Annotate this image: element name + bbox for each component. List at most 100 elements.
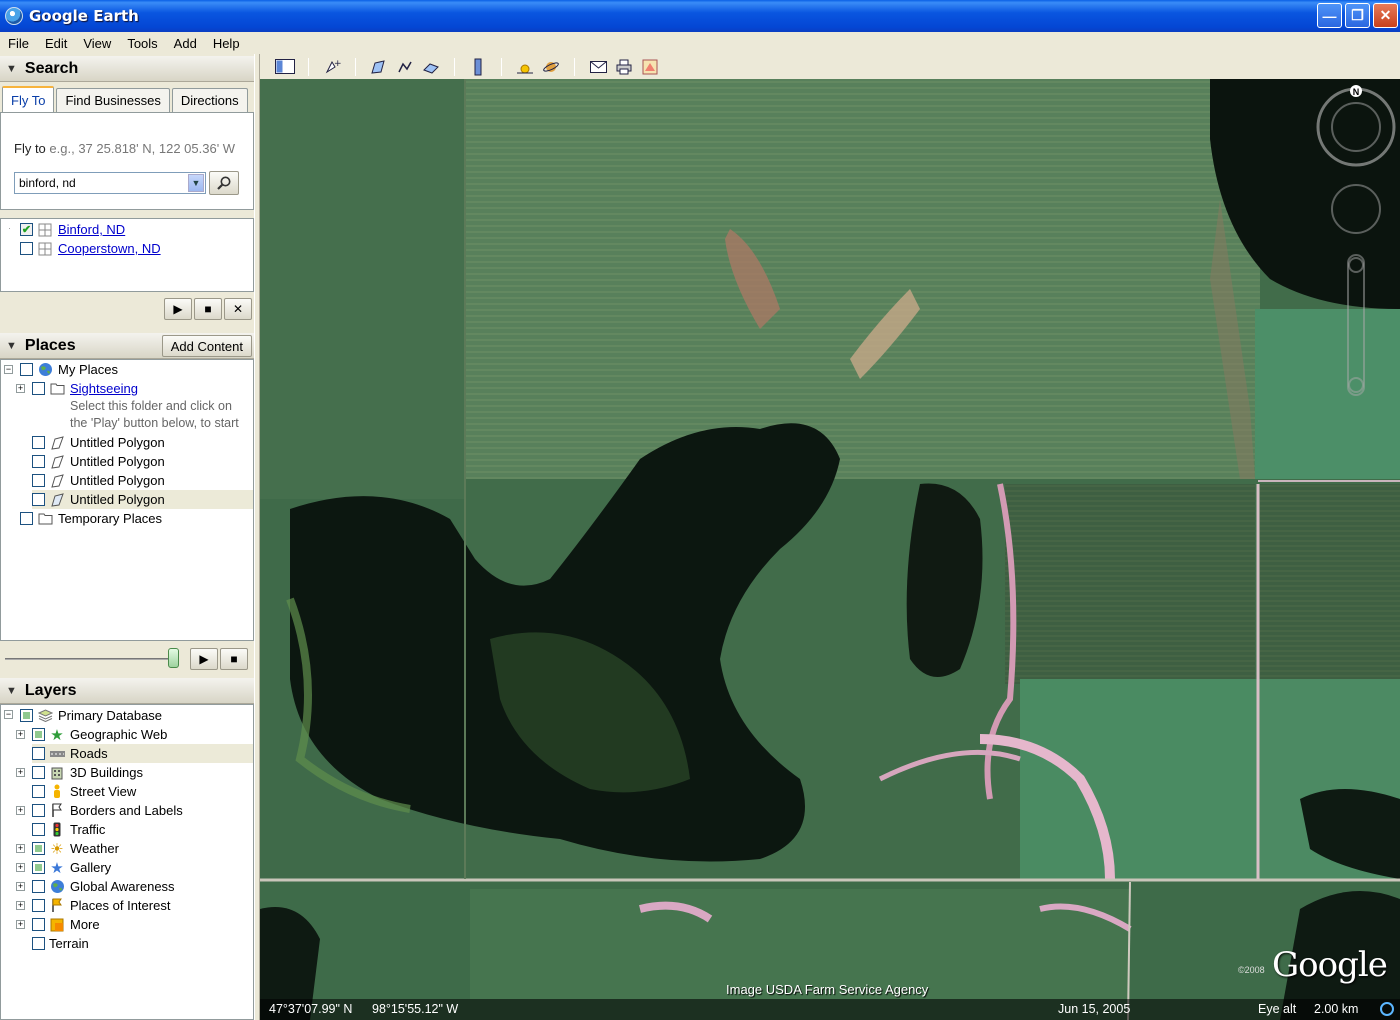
places-item-polygon[interactable]: Untitled Polygon <box>32 452 165 471</box>
places-item-polygon-selected[interactable]: Untitled Polygon <box>32 490 253 509</box>
layer-primary-database[interactable]: Primary Database <box>20 706 162 725</box>
map-view[interactable]: N Google ©2008 Image USDA Farm Service A… <box>260 79 1400 1020</box>
look-joystick[interactable] <box>1316 87 1396 167</box>
layer-checkbox[interactable] <box>32 861 45 874</box>
layer-checkbox[interactable] <box>32 747 45 760</box>
collapse-triangle-icon[interactable]: ▼ <box>6 685 17 697</box>
expand-toggle-icon[interactable]: + <box>16 920 25 929</box>
navigation-controls[interactable]: N <box>1312 83 1400 413</box>
places-checkbox[interactable] <box>20 512 33 525</box>
menu-file[interactable]: File <box>0 36 37 51</box>
layer-roads[interactable]: Roads <box>32 744 253 763</box>
add-polygon-button[interactable] <box>368 57 390 77</box>
layer-gallery[interactable]: ★ Gallery <box>32 858 111 877</box>
fly-to-input[interactable]: binford, nd ▼ <box>14 172 206 194</box>
tour-speed-slider-track[interactable] <box>5 658 177 660</box>
stop-button[interactable]: ■ <box>194 298 222 320</box>
look-joystick-inner[interactable] <box>1331 102 1381 152</box>
layer-borders-labels[interactable]: Borders and Labels <box>32 801 183 820</box>
sightseeing-link[interactable]: Sightseeing <box>70 381 138 396</box>
collapse-toggle-icon[interactable]: − <box>4 710 13 719</box>
view-in-maps-button[interactable] <box>639 57 661 77</box>
places-checkbox[interactable] <box>32 493 45 506</box>
clear-results-button[interactable]: ✕ <box>224 298 252 320</box>
expand-toggle-icon[interactable]: + <box>16 901 25 910</box>
places-item-sightseeing[interactable]: Sightseeing <box>32 379 138 398</box>
expand-toggle-icon[interactable]: + <box>16 882 25 891</box>
layer-geographic-web[interactable]: ★ Geographic Web <box>32 725 167 744</box>
places-item-my-places[interactable]: My Places <box>20 360 118 379</box>
close-button[interactable]: ✕ <box>1373 3 1398 28</box>
places-item-temporary[interactable]: Temporary Places <box>20 509 162 528</box>
result-item-cooperstown[interactable]: Cooperstown, ND <box>20 239 161 258</box>
result-checkbox[interactable] <box>20 242 33 255</box>
expand-toggle-icon[interactable]: + <box>16 384 25 393</box>
play-button[interactable]: ▶ <box>164 298 192 320</box>
layer-checkbox[interactable] <box>32 842 45 855</box>
menu-help[interactable]: Help <box>205 36 248 51</box>
tab-fly-to[interactable]: Fly To <box>2 86 55 112</box>
layer-weather[interactable]: ☀ Weather <box>32 839 119 858</box>
menu-view[interactable]: View <box>75 36 119 51</box>
search-button[interactable] <box>209 171 239 195</box>
places-checkbox[interactable] <box>32 455 45 468</box>
layer-checkbox[interactable] <box>32 880 45 893</box>
layer-checkbox[interactable] <box>32 728 45 741</box>
email-button[interactable] <box>587 57 609 77</box>
places-panel-header[interactable]: ▼ Places Add Content <box>0 333 254 359</box>
layer-checkbox[interactable] <box>32 804 45 817</box>
result-link[interactable]: Cooperstown, ND <box>58 241 161 256</box>
result-checkbox[interactable]: ✔ <box>20 223 33 236</box>
layer-checkbox[interactable] <box>20 709 33 722</box>
places-checkbox[interactable] <box>20 363 33 376</box>
zoom-slider[interactable] <box>1347 254 1365 396</box>
add-content-button[interactable]: Add Content <box>161 335 252 357</box>
move-joystick[interactable] <box>1331 184 1381 234</box>
layer-more[interactable]: More <box>32 915 100 934</box>
layer-places-of-interest[interactable]: Places of Interest <box>32 896 170 915</box>
menu-add[interactable]: Add <box>166 36 205 51</box>
zoom-out-button[interactable] <box>1348 377 1364 393</box>
layer-checkbox[interactable] <box>32 937 45 950</box>
add-path-button[interactable] <box>394 57 416 77</box>
menu-edit[interactable]: Edit <box>37 36 75 51</box>
add-placemark-button[interactable]: + <box>321 57 343 77</box>
layer-global-awareness[interactable]: Global Awareness <box>32 877 175 896</box>
ruler-button[interactable] <box>467 57 489 77</box>
expand-toggle-icon[interactable]: + <box>16 806 25 815</box>
layer-traffic[interactable]: Traffic <box>32 820 105 839</box>
toggle-sidebar-button[interactable] <box>274 57 296 77</box>
layer-3d-buildings[interactable]: 3D Buildings <box>32 763 143 782</box>
places-checkbox[interactable] <box>32 474 45 487</box>
sunlight-button[interactable] <box>514 57 536 77</box>
tab-find-businesses[interactable]: Find Businesses <box>56 88 170 112</box>
layer-checkbox[interactable] <box>32 766 45 779</box>
collapse-toggle-icon[interactable]: − <box>4 365 13 374</box>
expand-toggle-icon[interactable]: + <box>16 768 25 777</box>
layers-panel-header[interactable]: ▼ Layers <box>0 678 254 704</box>
expand-toggle-icon[interactable]: + <box>16 730 25 739</box>
zoom-in-button[interactable] <box>1348 257 1364 273</box>
layer-street-view[interactable]: Street View <box>32 782 136 801</box>
planets-button[interactable] <box>540 57 562 77</box>
layer-checkbox[interactable] <box>32 823 45 836</box>
maximize-button[interactable]: ❐ <box>1345 3 1370 28</box>
places-checkbox[interactable] <box>32 382 45 395</box>
dropdown-arrow-icon[interactable]: ▼ <box>188 174 204 192</box>
places-item-polygon[interactable]: Untitled Polygon <box>32 433 165 452</box>
stop-tour-button[interactable]: ■ <box>220 648 248 670</box>
places-item-polygon[interactable]: Untitled Polygon <box>32 471 165 490</box>
layer-terrain[interactable]: Terrain <box>32 934 89 953</box>
tab-directions[interactable]: Directions <box>171 88 248 112</box>
layer-checkbox[interactable] <box>32 785 45 798</box>
layer-checkbox[interactable] <box>32 899 45 912</box>
collapse-triangle-icon[interactable]: ▼ <box>6 340 17 352</box>
layer-checkbox[interactable] <box>32 918 45 931</box>
places-checkbox[interactable] <box>32 436 45 449</box>
add-image-overlay-button[interactable] <box>420 57 442 77</box>
result-link[interactable]: Binford, ND <box>58 222 125 237</box>
expand-toggle-icon[interactable]: + <box>16 863 25 872</box>
collapse-triangle-icon[interactable]: ▼ <box>6 63 17 75</box>
minimize-button[interactable]: — <box>1317 3 1342 28</box>
tour-speed-slider-knob[interactable] <box>168 648 179 668</box>
